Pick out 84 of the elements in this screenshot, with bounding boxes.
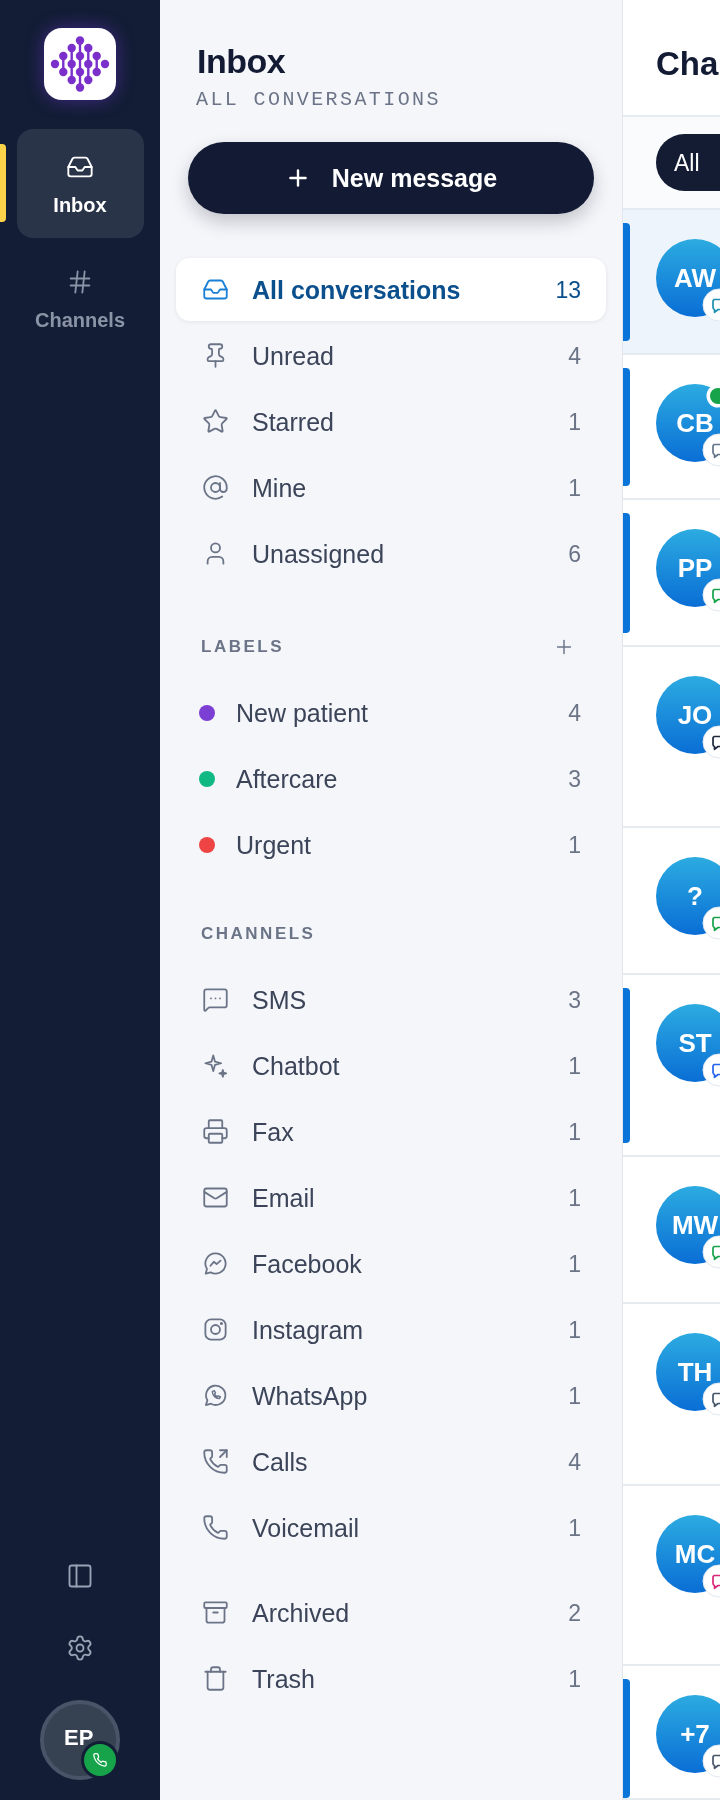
- settings-icon[interactable]: [66, 1634, 94, 1662]
- nav-item[interactable]: Urgent 1: [176, 813, 606, 876]
- sidebar-toggle-icon[interactable]: [66, 1562, 94, 1590]
- avatar-initials: PP: [677, 553, 713, 583]
- avatar-initials: +7: [680, 1719, 710, 1749]
- item-count: 6: [568, 539, 581, 568]
- nav-item[interactable]: Trash 1: [176, 1647, 606, 1710]
- channel-badge-icon: [702, 1564, 720, 1598]
- nav-item[interactable]: New patient 4: [176, 681, 606, 744]
- item-count: 2: [568, 1598, 581, 1627]
- item-count: 13: [555, 275, 581, 304]
- avatar-initials: MW: [671, 1210, 719, 1240]
- archive-box-icon: [202, 1599, 229, 1626]
- filter-tab[interactable]: All: [656, 134, 720, 191]
- camera-icon: [202, 1316, 229, 1343]
- item-count: 1: [568, 1051, 581, 1080]
- nav-item[interactable]: Facebook 1: [176, 1232, 606, 1295]
- item-count: 4: [568, 1447, 581, 1476]
- item-count: 1: [568, 473, 581, 502]
- item-count: 1: [568, 1381, 581, 1410]
- phone-icon: [202, 1514, 229, 1541]
- nav-item[interactable]: WhatsApp 1: [176, 1364, 606, 1427]
- at-sign-icon: [202, 474, 229, 501]
- nav-item[interactable]: Instagram 1: [176, 1298, 606, 1361]
- nav-item[interactable]: Mine 1: [176, 456, 606, 519]
- section-title: LABELS: [201, 636, 284, 657]
- avatar-initials: ST: [678, 1028, 712, 1058]
- avatar-initials: TH: [677, 1357, 713, 1387]
- printer-icon: [202, 1118, 229, 1145]
- item-count: 1: [568, 1117, 581, 1146]
- nav-item[interactable]: Email 1: [176, 1166, 606, 1229]
- avatar-initials: ?: [687, 881, 703, 911]
- nav-item[interactable]: Unassigned 6: [176, 522, 606, 585]
- item-count: 1: [568, 407, 581, 436]
- nav-item[interactable]: Starred 1: [176, 390, 606, 453]
- speech-bubble-icon: [202, 986, 229, 1013]
- nav-item[interactable]: Chatbot 1: [176, 1034, 606, 1097]
- nav-item[interactable]: Unread 4: [176, 324, 606, 387]
- channel-badge-icon: [702, 578, 720, 612]
- panel-title: Inbox: [197, 41, 287, 81]
- nav-item[interactable]: SMS 3: [176, 968, 606, 1031]
- channel-badge-icon: [702, 1744, 720, 1778]
- item-count: 3: [568, 764, 581, 793]
- nav-item[interactable]: Aftercare 3: [176, 747, 606, 810]
- channel-badge-icon: [702, 725, 720, 759]
- channel-badge-icon: [702, 433, 720, 467]
- channel-badge-icon: [702, 288, 720, 322]
- trash-icon: [202, 1665, 229, 1692]
- nav-item[interactable]: Fax 1: [176, 1100, 606, 1163]
- lightning-bubble-icon: [202, 1250, 229, 1277]
- item-count: 4: [568, 698, 581, 727]
- section-title: CHANNELS: [201, 923, 316, 944]
- item-count: 3: [568, 985, 581, 1014]
- sparkle-icon: [202, 1052, 229, 1079]
- app-logo-icon: [44, 28, 116, 100]
- new-message-button[interactable]: New message: [188, 142, 594, 214]
- user-avatar[interactable]: EP: [40, 1700, 120, 1780]
- item-count: 1: [568, 1513, 581, 1542]
- channel-badge-icon: [702, 1053, 720, 1087]
- item-count: 1: [568, 1183, 581, 1212]
- nav-item[interactable]: Archived 2: [176, 1581, 606, 1644]
- panel-subtitle: ALL CONVERSATIONS: [196, 88, 442, 112]
- conversation-row[interactable]: AW: [623, 210, 720, 355]
- avatar-initials: CB: [676, 408, 714, 438]
- item-count: 4: [568, 341, 581, 370]
- avatar-initials: EP: [64, 1726, 94, 1750]
- avatar-initials: MC: [674, 1539, 716, 1569]
- rail-nav-item[interactable]: Channels: [16, 244, 144, 353]
- phone-arrow-icon: [202, 1448, 229, 1475]
- channel-badge-icon: [702, 1382, 720, 1416]
- item-count: 1: [568, 1315, 581, 1344]
- item-count: 1: [568, 1249, 581, 1278]
- star-icon: [202, 408, 229, 435]
- item-count: 1: [568, 1664, 581, 1693]
- channel-badge-icon: [702, 1235, 720, 1269]
- channel-badge-icon: [702, 906, 720, 940]
- chats-title: Cha: [656, 43, 719, 84]
- nav-item[interactable]: All conversations 13: [176, 258, 606, 321]
- avatar-initials: AW: [674, 263, 716, 293]
- nav-item[interactable]: Voicemail 1: [176, 1496, 606, 1559]
- nav-item[interactable]: Calls 4: [176, 1430, 606, 1493]
- phone-bubble-icon: [202, 1382, 229, 1409]
- item-count: 1: [568, 830, 581, 859]
- avatar-initials: JO: [677, 700, 713, 730]
